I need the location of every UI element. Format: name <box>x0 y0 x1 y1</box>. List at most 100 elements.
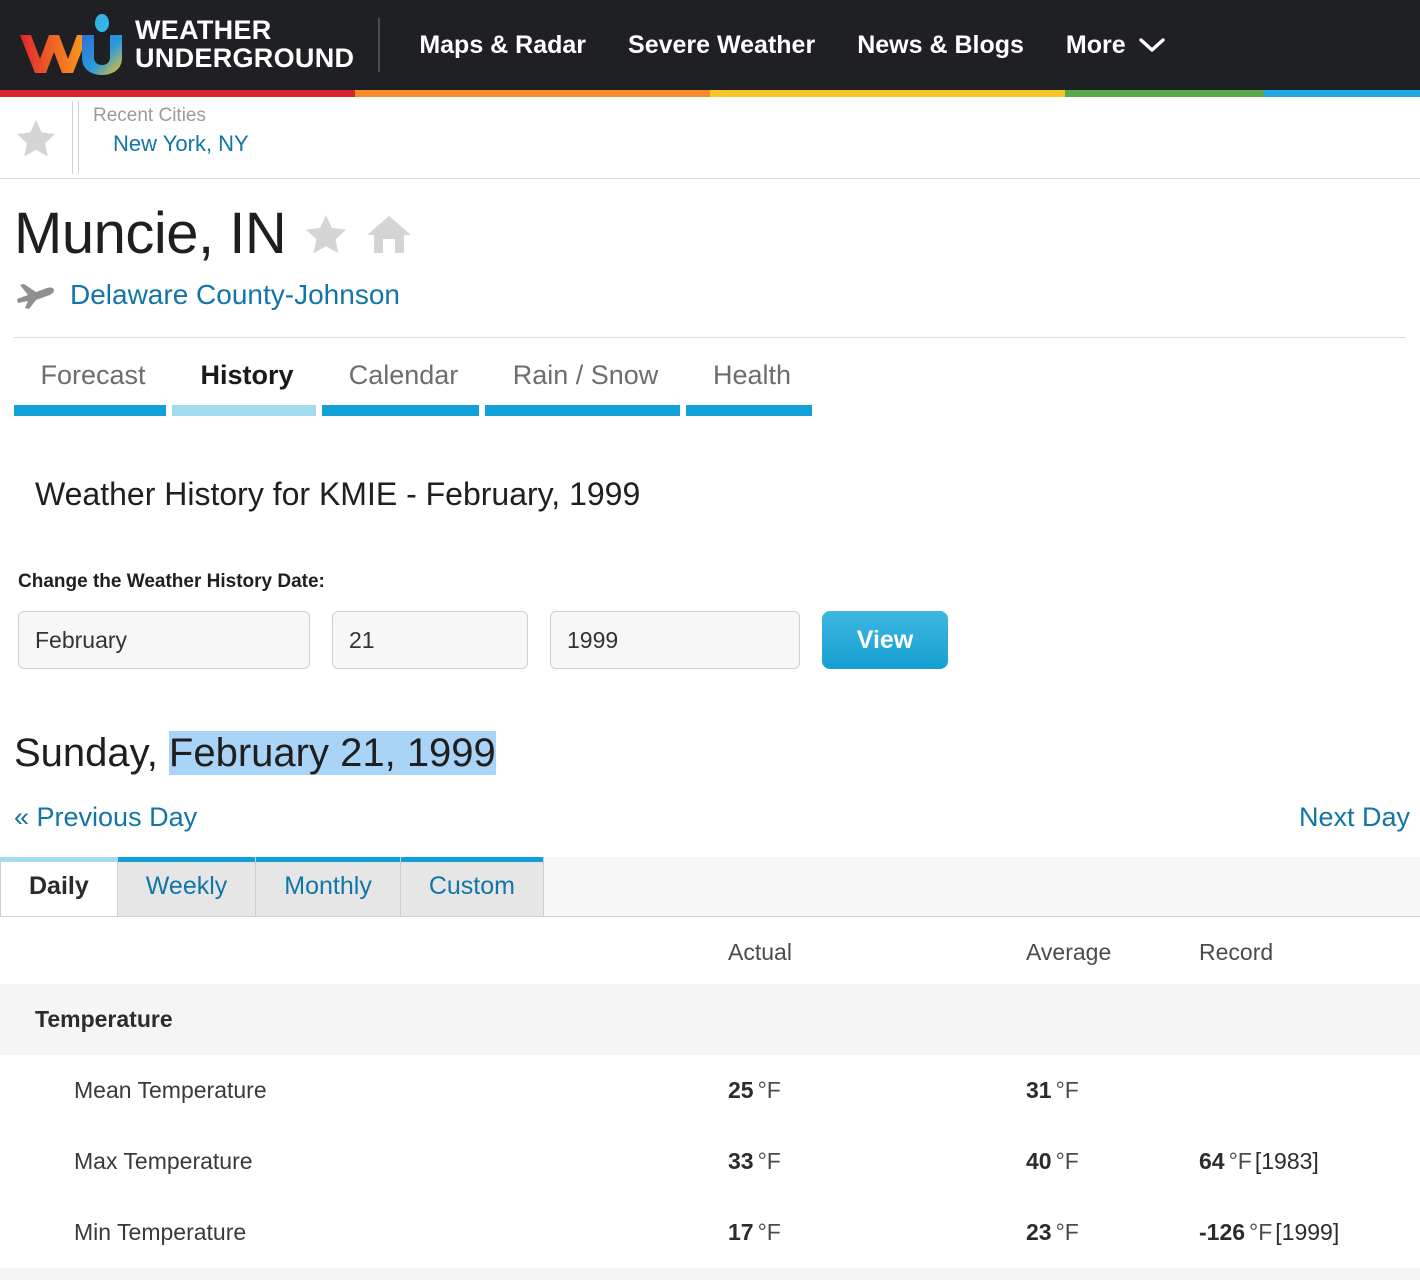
tab-daily-label: Daily <box>29 872 89 900</box>
table-body: Temperature Mean Temperature 25 °F 31 °F M… <box>0 984 1420 1268</box>
range-tabs: Daily Weekly Monthly Custom <box>0 857 1420 917</box>
stripe-red <box>0 90 355 97</box>
header-actual: Actual <box>728 939 792 965</box>
record-unit: °F <box>1228 1148 1252 1174</box>
stripe-green <box>1065 90 1264 97</box>
station-link[interactable]: Delaware County-Johnson <box>70 279 400 311</box>
day-heading-prefix: Sunday, <box>14 731 169 775</box>
table-header-row: Actual Average Record <box>0 917 1420 984</box>
table-row: Mean Temperature 25 °F 31 °F <box>0 1055 1420 1126</box>
group-label-temperature: Temperature <box>0 984 1420 1055</box>
tab-history[interactable]: History <box>172 360 322 416</box>
color-stripe <box>0 90 1420 97</box>
average-cell: 23 °F <box>1026 1197 1199 1268</box>
tab-calendar-label: Calendar <box>348 360 459 390</box>
tab-daily[interactable]: Daily <box>0 857 118 916</box>
nav-more-menu[interactable]: More <box>1066 31 1166 60</box>
actual-cell: 17 °F <box>728 1197 1026 1268</box>
actual-value: 25 <box>728 1077 754 1103</box>
brand-text: WEATHER UNDERGROUND <box>135 17 354 72</box>
nav-links: Maps & Radar Severe Weather News & Blogs… <box>419 31 1165 60</box>
selected-day-heading: Sunday, February 21, 1999 <box>0 669 1420 776</box>
average-unit: °F <box>1055 1219 1079 1245</box>
year-input[interactable] <box>550 611 800 669</box>
average-cell: 31 °F <box>1026 1055 1199 1126</box>
view-button[interactable]: View <box>822 611 948 669</box>
tab-weekly-label: Weekly <box>145 872 228 900</box>
actual-cell: 33 °F <box>728 1126 1026 1197</box>
record-cell: -126 °F [1999] <box>1199 1197 1420 1268</box>
nav-divider <box>378 18 381 72</box>
tab-calendar[interactable]: Calendar <box>322 360 485 416</box>
day-navigation: « Previous Day Next Day <box>0 776 1420 833</box>
stripe-blue <box>1263 90 1420 97</box>
tab-weekly[interactable]: Weekly <box>117 857 257 916</box>
table-row: Max Temperature 33 °F 40 °F 64 °F [1983] <box>0 1126 1420 1197</box>
tab-rain-snow-label: Rain / Snow <box>512 360 659 390</box>
tab-monthly-label: Monthly <box>284 872 372 900</box>
record-value: 64 <box>1199 1148 1225 1174</box>
star-icon <box>17 119 55 156</box>
row-label: Min Temperature <box>74 1219 247 1245</box>
nav-maps-radar[interactable]: Maps & Radar <box>419 31 586 60</box>
city-title-row: Muncie, IN <box>14 205 1420 263</box>
airplane-icon <box>17 284 54 309</box>
tab-forecast-label: Forecast <box>40 360 146 390</box>
history-title: Weather History for KMIE - February, 199… <box>35 476 641 512</box>
month-input[interactable] <box>18 611 310 669</box>
date-selector-form: View <box>0 593 1420 669</box>
tab-monthly[interactable]: Monthly <box>256 857 401 916</box>
actual-unit: °F <box>757 1219 781 1245</box>
recent-cities-label: Recent Cities <box>93 105 206 126</box>
record-value: -126 <box>1199 1219 1246 1245</box>
recent-separator-1 <box>72 101 73 174</box>
row-label: Mean Temperature <box>74 1077 267 1103</box>
recent-cities-bar: Recent Cities New York, NY <box>0 97 1420 179</box>
nav-severe-weather[interactable]: Severe Weather <box>628 31 815 60</box>
favorites-star-button[interactable] <box>0 97 72 178</box>
location-header: Muncie, IN Delaware County-Johnson <box>0 179 1420 311</box>
previous-day-link[interactable]: « Previous Day <box>14 802 197 833</box>
record-cell: 64 °F [1983] <box>1199 1126 1420 1197</box>
tab-history-label: History <box>200 360 294 390</box>
tab-rain-snow-underline <box>485 405 680 416</box>
header-blank <box>0 917 728 984</box>
average-unit: °F <box>1055 1077 1079 1103</box>
tab-health[interactable]: Health <box>686 360 818 416</box>
section-tabs: Forecast History Calendar Rain / Snow He… <box>0 360 1420 416</box>
day-input[interactable] <box>332 611 528 669</box>
stripe-orange <box>355 90 710 97</box>
nav-more-label: More <box>1065 30 1126 59</box>
tab-calendar-underline <box>322 405 479 416</box>
wu-logo-icon <box>20 14 122 75</box>
next-day-link[interactable]: Next Day <box>1299 802 1410 833</box>
recent-city-link[interactable]: New York, NY <box>93 129 249 159</box>
top-navigation-bar: WEATHER UNDERGROUND Maps & Radar Severe … <box>0 0 1420 90</box>
record-cell <box>1199 1055 1420 1126</box>
average-value: 23 <box>1026 1219 1052 1245</box>
header-record: Record <box>1199 939 1274 965</box>
record-unit: °F <box>1249 1219 1273 1245</box>
header-average: Average <box>1026 939 1112 965</box>
row-label: Max Temperature <box>74 1148 253 1174</box>
actual-cell: 25 °F <box>728 1055 1026 1126</box>
brand-line-1: WEATHER <box>135 15 272 46</box>
nav-news-blogs[interactable]: News & Blogs <box>857 31 1024 60</box>
page-title: Muncie, IN <box>14 201 287 266</box>
tab-custom[interactable]: Custom <box>400 857 544 916</box>
recent-cities-body: Recent Cities New York, NY <box>79 97 249 178</box>
home-icon[interactable] <box>366 213 412 255</box>
tab-forecast[interactable]: Forecast <box>14 360 172 416</box>
day-heading-selected-date: February 21, 1999 <box>168 731 496 775</box>
group-row-temperature: Temperature <box>0 984 1420 1055</box>
actual-value: 33 <box>728 1148 754 1174</box>
brand-logo[interactable]: WEATHER UNDERGROUND <box>0 0 354 90</box>
tab-custom-label: Custom <box>428 872 515 900</box>
actual-unit: °F <box>757 1077 781 1103</box>
record-year: [1983] <box>1254 1148 1319 1174</box>
star-icon[interactable] <box>304 213 348 255</box>
tab-rain-snow[interactable]: Rain / Snow <box>485 360 686 416</box>
station-row: Delaware County-Johnson <box>14 279 1420 311</box>
actual-unit: °F <box>757 1148 781 1174</box>
average-value: 31 <box>1026 1077 1052 1103</box>
